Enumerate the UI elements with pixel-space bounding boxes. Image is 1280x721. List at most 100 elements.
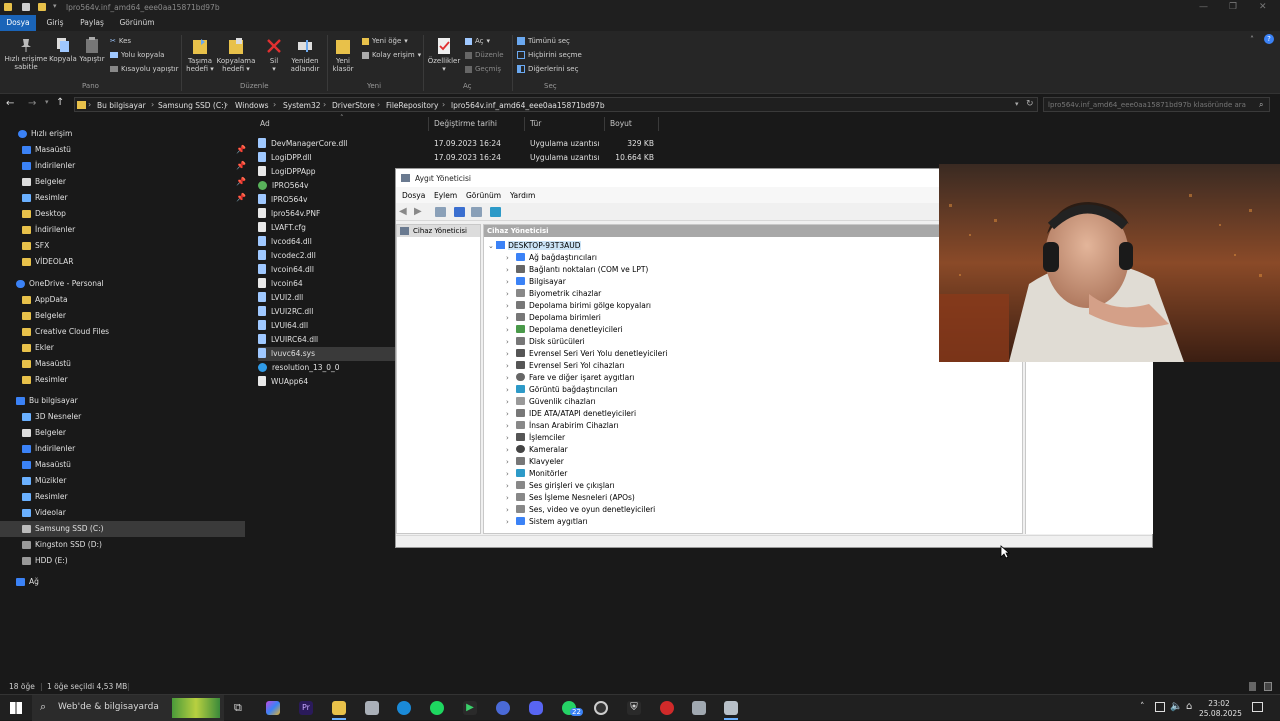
- minimize-icon[interactable]: —: [1199, 2, 1208, 12]
- device-node-audio-io[interactable]: › Ses girişleri ve çıkışları: [506, 480, 615, 492]
- forward-arrow-icon[interactable]: ▶: [414, 206, 422, 217]
- ribbon-collapse-icon[interactable]: ˄: [1250, 35, 1254, 44]
- nav-item-resimler[interactable]: Resimler: [22, 190, 68, 206]
- device-node-ports[interactable]: › Bağlantı noktaları (COM ve LPT): [506, 264, 648, 276]
- menu-dosya[interactable]: Dosya: [402, 191, 425, 200]
- clock-time[interactable]: 23:02: [1201, 699, 1237, 708]
- nav-item-pc-videolar[interactable]: Videolar: [22, 505, 66, 521]
- device-node-cameras[interactable]: › Kameralar: [506, 444, 568, 456]
- properties-icon[interactable]: [471, 207, 482, 217]
- menu-eylem[interactable]: Eylem: [434, 191, 457, 200]
- pin-icon[interactable]: 📌: [236, 145, 246, 154]
- speaker-icon[interactable]: 🔈: [1170, 701, 1182, 712]
- nav-item-appdata[interactable]: AppData: [22, 292, 68, 308]
- copy-path-button[interactable]: Yolu kopyala: [110, 51, 164, 59]
- breadcrumb-current-folder[interactable]: lpro564v.inf_amd64_eee0aa15871bd97b: [451, 101, 605, 110]
- task-view-icon[interactable]: ⧉: [234, 701, 242, 715]
- search-box[interactable]: lpro564v.inf_amd64_eee0aa15871bd97b klas…: [1043, 97, 1270, 112]
- maximize-icon[interactable]: ❐: [1229, 2, 1237, 12]
- device-node-monitors[interactable]: › Monitörler: [506, 468, 567, 480]
- clock-date[interactable]: 25.08.2025: [1199, 709, 1242, 718]
- column-header-type[interactable]: Tür: [530, 119, 541, 128]
- edge-icon[interactable]: [397, 701, 411, 715]
- device-node-display-adapters[interactable]: › Görüntü bağdaştırıcıları: [506, 384, 618, 396]
- nav-item-belgeler[interactable]: Belgeler: [22, 174, 66, 190]
- pin-icon[interactable]: 📌: [236, 177, 246, 186]
- nav-item-creative-cloud[interactable]: Creative Cloud Files: [22, 324, 109, 340]
- nav-item-pc-belgeler[interactable]: Belgeler: [22, 425, 66, 441]
- play-icon[interactable]: ▶: [463, 701, 477, 715]
- tray-app-icon[interactable]: [1155, 702, 1165, 712]
- windows-start-icon[interactable]: [10, 702, 22, 714]
- column-divider[interactable]: [604, 117, 605, 131]
- file-row[interactable]: DevManagerCore.dll 17.09.2023 16:24 Uygula…: [258, 137, 668, 151]
- address-bar[interactable]: › Bu bilgisayar › Samsung SSD (C:) › Win…: [74, 97, 1038, 112]
- back-arrow-icon[interactable]: ←: [6, 98, 14, 109]
- details-view-icon[interactable]: [1249, 682, 1256, 691]
- device-node-keyboards[interactable]: › Klavyeler: [506, 456, 564, 468]
- app-icon[interactable]: [365, 701, 379, 715]
- file-row[interactable]: LogiDPP.dll 17.09.2023 16:24 Uygulama uzan…: [258, 151, 668, 165]
- pin-icon[interactable]: 📌: [236, 193, 246, 202]
- select-all-button[interactable]: Tümünü seç: [517, 37, 570, 45]
- tab-dosya[interactable]: Dosya: [0, 15, 36, 31]
- app-icon[interactable]: [496, 701, 510, 715]
- pin-quick-access-button[interactable]: Hızlı erişime sabitle: [4, 37, 48, 71]
- nav-item-muzikler[interactable]: Müzikler: [22, 473, 66, 489]
- nav-item-samsung-ssd[interactable]: Samsung SSD (C:): [0, 521, 245, 537]
- file-explorer-icon[interactable]: [332, 701, 346, 715]
- device-node-storage-volumes[interactable]: › Depolama birimleri: [506, 312, 601, 324]
- breadcrumb-windows[interactable]: Windows: [235, 101, 268, 110]
- delete-button[interactable]: Sil ▾: [262, 37, 286, 73]
- notification-icon[interactable]: [1252, 702, 1263, 712]
- device-node-usb-devices[interactable]: › Evrensel Seri Yol cihazları: [506, 360, 624, 372]
- device-node-processors[interactable]: › İşlemciler: [506, 432, 565, 444]
- device-node-usb-controllers[interactable]: › Evrensel Seri Veri Yolu denetleyicileri: [506, 348, 667, 360]
- device-node-security[interactable]: › Güvenlik cihazları: [506, 396, 596, 408]
- nav-item-pc-resimler[interactable]: Resimler: [22, 489, 68, 505]
- breadcrumb-samsung-ssd[interactable]: Samsung SSD (C:): [158, 101, 227, 110]
- device-node-mice[interactable]: › Fare ve diğer işaret aygıtları: [506, 372, 634, 384]
- taskbar-search[interactable]: ⌕ Web'de & bilgisayarda: [32, 695, 224, 721]
- new-folder-icon[interactable]: [38, 3, 46, 11]
- nav-item-videolar[interactable]: VİDEOLAR: [22, 254, 73, 270]
- close-icon[interactable]: ✕: [1259, 2, 1267, 12]
- history-button[interactable]: Geçmiş: [465, 65, 501, 73]
- spotify-icon[interactable]: [430, 701, 444, 715]
- monitor-icon[interactable]: [490, 207, 501, 217]
- nav-item-hdd[interactable]: HDD (E:): [22, 553, 68, 569]
- device-node-biometric[interactable]: › Biyometrik cihazlar: [506, 288, 601, 300]
- easy-access-button[interactable]: Kolay erişim ▾: [362, 51, 421, 59]
- obs-icon[interactable]: [594, 701, 608, 715]
- device-node-storage-controllers[interactable]: › Depolama denetleyicileri: [506, 324, 623, 336]
- paste-button[interactable]: Yapıştır: [78, 37, 106, 63]
- app-icon[interactable]: [660, 701, 674, 715]
- device-node-hid[interactable]: › İnsan Arabirim Cihazları: [506, 420, 619, 432]
- nav-item-3d[interactable]: 3D Nesneler: [22, 409, 81, 425]
- copilot-icon[interactable]: [266, 701, 280, 715]
- nav-item-indirilenler[interactable]: İndirilenler: [22, 158, 75, 174]
- premiere-pro-icon[interactable]: Pr: [299, 701, 313, 715]
- properties-button[interactable]: Özellikler ▾: [426, 37, 462, 73]
- nav-item-indirilenler-2[interactable]: İndirilenler: [22, 222, 75, 238]
- device-node-apos[interactable]: › Ses İşleme Nesneleri (APOs): [506, 492, 635, 504]
- nav-item-kingston-ssd[interactable]: Kingston SSD (D:): [22, 537, 102, 553]
- breadcrumb-filerepository[interactable]: FileRepository: [386, 101, 438, 110]
- tab-paylas[interactable]: Paylaş: [76, 15, 108, 31]
- copy-to-button[interactable]: Kopyalama hedefi ▾: [216, 37, 256, 73]
- breadcrumb-system32[interactable]: System32: [283, 101, 321, 110]
- up-arrow-icon[interactable]: ↑: [56, 97, 64, 108]
- forward-arrow-icon[interactable]: →: [28, 98, 36, 109]
- nav-item-pc-indirilenler[interactable]: İndirilenler: [22, 441, 75, 457]
- device-node-computer[interactable]: › Bilgisayar: [506, 276, 566, 288]
- column-header-name[interactable]: Ad: [260, 119, 270, 128]
- shield-icon[interactable]: ⛨: [627, 701, 641, 715]
- nav-item-masaustu[interactable]: Masaüstü: [22, 142, 71, 158]
- nav-this-pc[interactable]: Bu bilgisayar: [16, 393, 78, 409]
- tab-gorunum[interactable]: Görünüm: [116, 15, 158, 31]
- invert-selection-button[interactable]: Diğerlerini seç: [517, 65, 578, 73]
- menu-gorunum[interactable]: Görünüm: [466, 191, 501, 200]
- nav-item-od-resimler[interactable]: Resimler: [22, 372, 68, 388]
- nav-onedrive[interactable]: OneDrive - Personal: [16, 276, 104, 292]
- chevron-down-icon[interactable]: ▾: [53, 2, 57, 10]
